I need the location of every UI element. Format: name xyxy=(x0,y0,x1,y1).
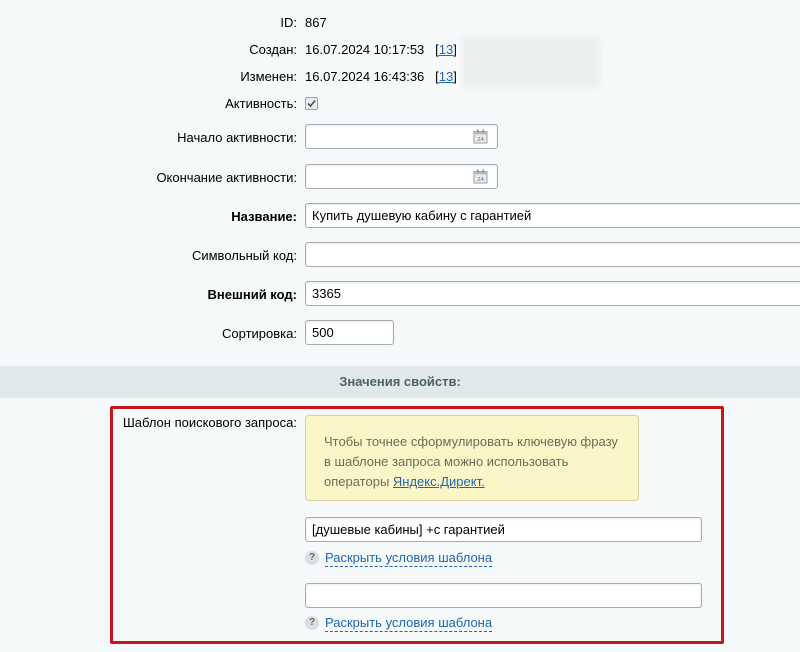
id-label: ID: xyxy=(280,15,297,30)
blurred-user-name xyxy=(462,36,600,88)
id-value: 867 xyxy=(305,15,327,30)
svg-text:24: 24 xyxy=(477,137,484,143)
code-input[interactable] xyxy=(305,242,800,267)
calendar-icon[interactable]: 24 xyxy=(473,129,488,144)
xml-id-label: Внешний код: xyxy=(207,287,297,302)
active-checkbox[interactable] xyxy=(305,97,318,110)
active-row: Активность: xyxy=(0,95,800,113)
created-user-link[interactable]: 13 xyxy=(439,42,453,57)
code-row: Символьный код: xyxy=(0,242,800,268)
search-template-input-1[interactable] xyxy=(305,517,702,542)
expand-conditions-link[interactable]: Раскрыть условия шаблона xyxy=(325,550,493,567)
yandex-direct-link[interactable]: Яндекс.Директ. xyxy=(393,474,485,489)
active-from-label: Начало активности: xyxy=(177,130,297,145)
modified-user-link[interactable]: 13 xyxy=(439,69,453,84)
active-label: Активность: xyxy=(225,96,297,111)
code-label: Символьный код: xyxy=(191,248,297,263)
name-label: Название: xyxy=(231,209,297,224)
hint-box: Чтобы точнее сформулировать ключевую фра… xyxy=(305,415,639,501)
active-from-row: Начало активности: 24 xyxy=(0,124,800,150)
help-icon: ? xyxy=(305,551,319,565)
name-input[interactable] xyxy=(305,203,800,228)
created-label: Создан: xyxy=(249,42,297,57)
modified-value: 16.07.2024 16:43:36 [13] xyxy=(305,69,457,84)
active-to-row: Окончание активности: 24 xyxy=(0,164,800,190)
created-value: 16.07.2024 10:17:53 [13] xyxy=(305,42,457,57)
sort-row: Сортировка: xyxy=(0,320,800,346)
checkmark-icon xyxy=(307,99,316,108)
svg-text:24: 24 xyxy=(477,177,484,183)
help-icon: ? xyxy=(305,616,319,630)
active-to-label: Окончание активности: xyxy=(156,170,297,185)
active-from-input[interactable] xyxy=(305,124,498,149)
sort-label: Сортировка: xyxy=(222,326,297,341)
search-template-label: Шаблон поискового запроса: xyxy=(122,415,297,430)
modified-date: 16.07.2024 16:43:36 xyxy=(305,69,425,84)
active-to-input[interactable] xyxy=(305,164,498,189)
properties-section-header: Значения свойств: xyxy=(0,366,800,398)
search-template-input-2[interactable] xyxy=(305,583,702,608)
xml-id-row: Внешний код: xyxy=(0,281,800,307)
expand-conditions-2[interactable]: ? Раскрыть условия шаблона xyxy=(305,615,505,632)
expand-conditions-link[interactable]: Раскрыть условия шаблона xyxy=(325,615,493,632)
created-date: 16.07.2024 10:17:53 xyxy=(305,42,425,57)
xml-id-input[interactable] xyxy=(305,281,800,306)
calendar-icon[interactable]: 24 xyxy=(473,169,488,184)
modified-row: Изменен: 16.07.2024 16:43:36 [13] xyxy=(0,68,800,86)
created-row: Создан: 16.07.2024 10:17:53 [13] xyxy=(0,41,800,59)
id-row: ID: 867 xyxy=(0,14,800,32)
sort-input[interactable] xyxy=(305,320,394,345)
expand-conditions-1[interactable]: ? Раскрыть условия шаблона xyxy=(305,550,505,567)
name-row: Название: xyxy=(0,203,800,229)
modified-label: Изменен: xyxy=(240,69,297,84)
